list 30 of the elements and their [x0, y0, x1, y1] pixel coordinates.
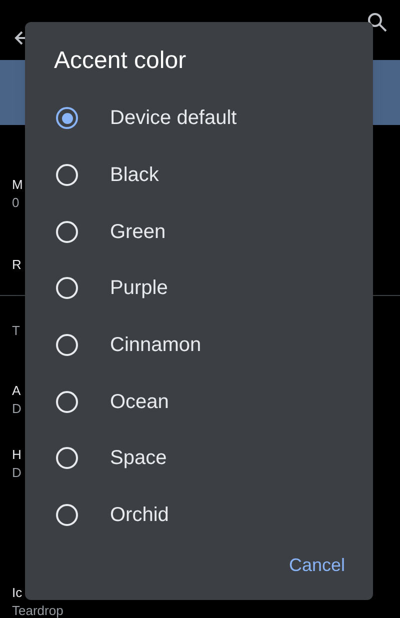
setting-title: A	[12, 382, 21, 400]
setting-title: Ic	[12, 584, 22, 602]
search-icon[interactable]	[366, 11, 388, 33]
radio-option[interactable]: Cinnamon	[25, 316, 373, 374]
setting-summary: D	[12, 464, 22, 480]
radio-option[interactable]: Green	[25, 203, 373, 260]
radio-option[interactable]: Device default	[25, 90, 373, 147]
radio-option[interactable]: Ocean	[25, 373, 373, 430]
option-label: Cinnamon	[110, 333, 202, 358]
radio-option[interactable]: Purple	[25, 260, 373, 317]
setting-summary: 0	[12, 194, 20, 210]
option-label: Ocean	[110, 390, 169, 415]
setting-summary: D	[12, 400, 22, 416]
setting-summary: Teardrop	[12, 603, 64, 618]
section-header: T	[12, 322, 20, 340]
radio-option[interactable]: Orchid	[25, 486, 373, 544]
setting-title: M	[12, 176, 23, 194]
setting-title: R	[12, 256, 22, 274]
radio-option[interactable]: Space	[25, 430, 373, 487]
cancel-button[interactable]: Cancel	[280, 544, 353, 586]
dialog-title: Accent color	[53, 46, 188, 76]
option-label: Green	[110, 220, 166, 245]
radio-button[interactable]	[56, 107, 78, 130]
setting-title: H	[12, 446, 22, 464]
option-label: Device default	[110, 106, 237, 132]
option-label: Orchid	[110, 503, 169, 528]
option-label: Space	[110, 446, 167, 472]
radio-option[interactable]: Black	[25, 146, 373, 204]
option-label: Black	[110, 163, 159, 188]
option-label: Purple	[110, 276, 168, 302]
